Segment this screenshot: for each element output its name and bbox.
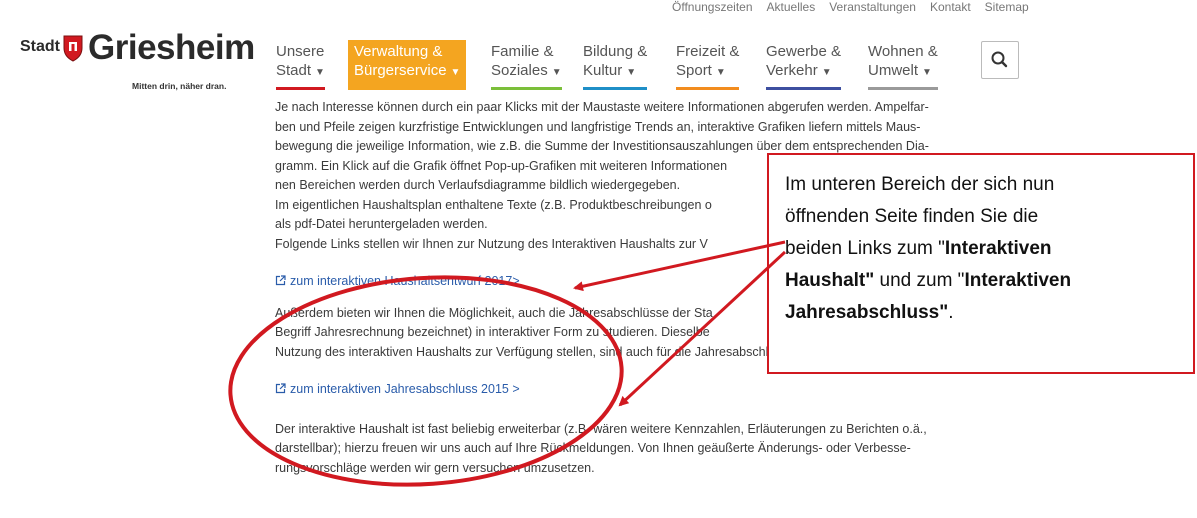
caret-down-icon: ▼	[450, 67, 461, 78]
nav-item-label-2: Stadt	[276, 62, 312, 79]
nav-color-bar	[583, 87, 648, 90]
link-text: zum interaktiven Jahresabschluss 2015 >	[290, 382, 520, 396]
text-line: Begriff Jahresrechnung bezeichnet) in in…	[275, 325, 710, 339]
annotation-callout: Im unteren Bereich der sich nun öffnende…	[767, 153, 1195, 374]
caret-down-icon: ▼	[626, 67, 637, 78]
nav-item-wohnen[interactable]: Wohnen & Umwelt ▼	[862, 40, 944, 90]
nav-item-bildung[interactable]: Bildung & Kultur ▼	[577, 40, 653, 90]
nav-item-label-1: Familie &	[491, 43, 554, 60]
nav-item-label-1: Freizeit &	[676, 43, 740, 60]
nav-item-gewerbe[interactable]: Gewerbe & Verkehr ▼	[760, 40, 847, 90]
callout-line: Im unteren Bereich der sich nun	[785, 174, 1055, 195]
nav-item-label-2: Bürgerservice	[354, 62, 447, 79]
search-icon	[991, 51, 1008, 68]
text-line: Der interaktive Haushalt ist fast belieb…	[275, 421, 927, 436]
caret-down-icon: ▼	[551, 67, 562, 78]
callout-bold: Haushalt"	[785, 270, 875, 291]
site-header: Stadt Griesheim Mitten drin, näher dran.…	[0, 0, 1197, 91]
nav-item-label-1: Bildung &	[583, 43, 648, 60]
callout-bold: Jahresabschluss"	[785, 302, 949, 323]
text-line: Im eigentlichen Haushaltsplan enthaltene…	[275, 197, 712, 212]
nav-color-bar	[766, 87, 842, 90]
nav-color-bar	[276, 87, 325, 90]
text-line: gramm. Ein Klick auf die Grafik öffnet P…	[275, 158, 728, 173]
text-line: Außerdem bieten wir Ihnen die Möglichkei…	[275, 305, 713, 320]
nav-item-label-1: Unsere	[276, 43, 325, 60]
logo-stadt-text: Stadt	[20, 38, 60, 55]
caret-down-icon: ▼	[821, 67, 832, 78]
crest-icon	[63, 35, 83, 62]
nav-item-label-1: Verwaltung &	[354, 43, 443, 60]
nav-item-verwaltung[interactable]: Verwaltung & Bürgerservice ▼	[348, 40, 467, 90]
nav-item-freizeit[interactable]: Freizeit & Sport ▼	[670, 40, 745, 90]
nav-item-label-1: Gewerbe &	[766, 43, 842, 60]
callout-bold: Interaktiven	[964, 270, 1072, 291]
nav-item-familie[interactable]: Familie & Soziales ▼	[485, 40, 568, 90]
search-button[interactable]	[981, 41, 1019, 79]
nav-color-bar	[868, 87, 938, 90]
external-link-icon	[275, 275, 286, 286]
text-line: darstellbar); hierzu freuen wir uns auch…	[275, 441, 911, 455]
nav-item-unsere-stadt[interactable]: Unsere Stadt ▼	[270, 40, 331, 90]
link-jahresabschluss-2015[interactable]: zum interaktiven Jahresabschluss 2015 >	[275, 380, 995, 400]
link-text: zum interaktiven Haushaltsentwurf 2017>	[290, 274, 520, 288]
logo-name: Griesheim	[88, 28, 255, 67]
callout-line: öffnenden Seite finden Sie die	[785, 206, 1039, 227]
text-line: ben und Pfeile zeigen kurzfristige Entwi…	[275, 119, 921, 134]
nav-item-label-2: Sport	[676, 62, 712, 79]
nav-color-bar	[491, 87, 562, 90]
nav-item-label-1: Wohnen &	[868, 43, 938, 60]
nav-color-bar	[676, 87, 740, 90]
text-line: als pdf-Datei heruntergeladen werden.	[275, 217, 488, 231]
text-line: Je nach Interesse können durch ein paar …	[275, 100, 929, 114]
nav-item-label-2: Umwelt	[868, 62, 919, 79]
text-line: Folgende Links stellen wir Ihnen zur Nut…	[275, 236, 708, 251]
text-line: nen Bereichen werden durch Verlaufsdiagr…	[275, 178, 681, 192]
caret-down-icon: ▼	[315, 67, 325, 78]
callout-bold: Interaktiven	[944, 238, 1052, 259]
callout-line: .	[948, 302, 954, 323]
caret-down-icon: ▼	[922, 67, 932, 78]
callout-line: beiden Links zum "	[785, 238, 945, 259]
text-line: Nutzung des interaktiven Haushalts zur V…	[275, 344, 843, 359]
text-line: rungsvorschläge werden wir gern versuche…	[275, 460, 595, 475]
nav-item-label-2: Soziales	[491, 62, 548, 79]
callout-line: und zum "	[874, 270, 965, 291]
nav-item-label-2: Verkehr	[766, 62, 818, 79]
nav-item-label-2: Kultur	[583, 62, 623, 79]
caret-down-icon: ▼	[715, 67, 726, 78]
logo-tagline: Mitten drin, näher dran.	[132, 81, 227, 91]
paragraph-erweiterbar: Der interaktive Haushalt ist fast belieb…	[275, 420, 995, 479]
external-link-icon	[275, 383, 286, 394]
text-line: bewegung die jeweilige Information, wie …	[275, 139, 929, 153]
